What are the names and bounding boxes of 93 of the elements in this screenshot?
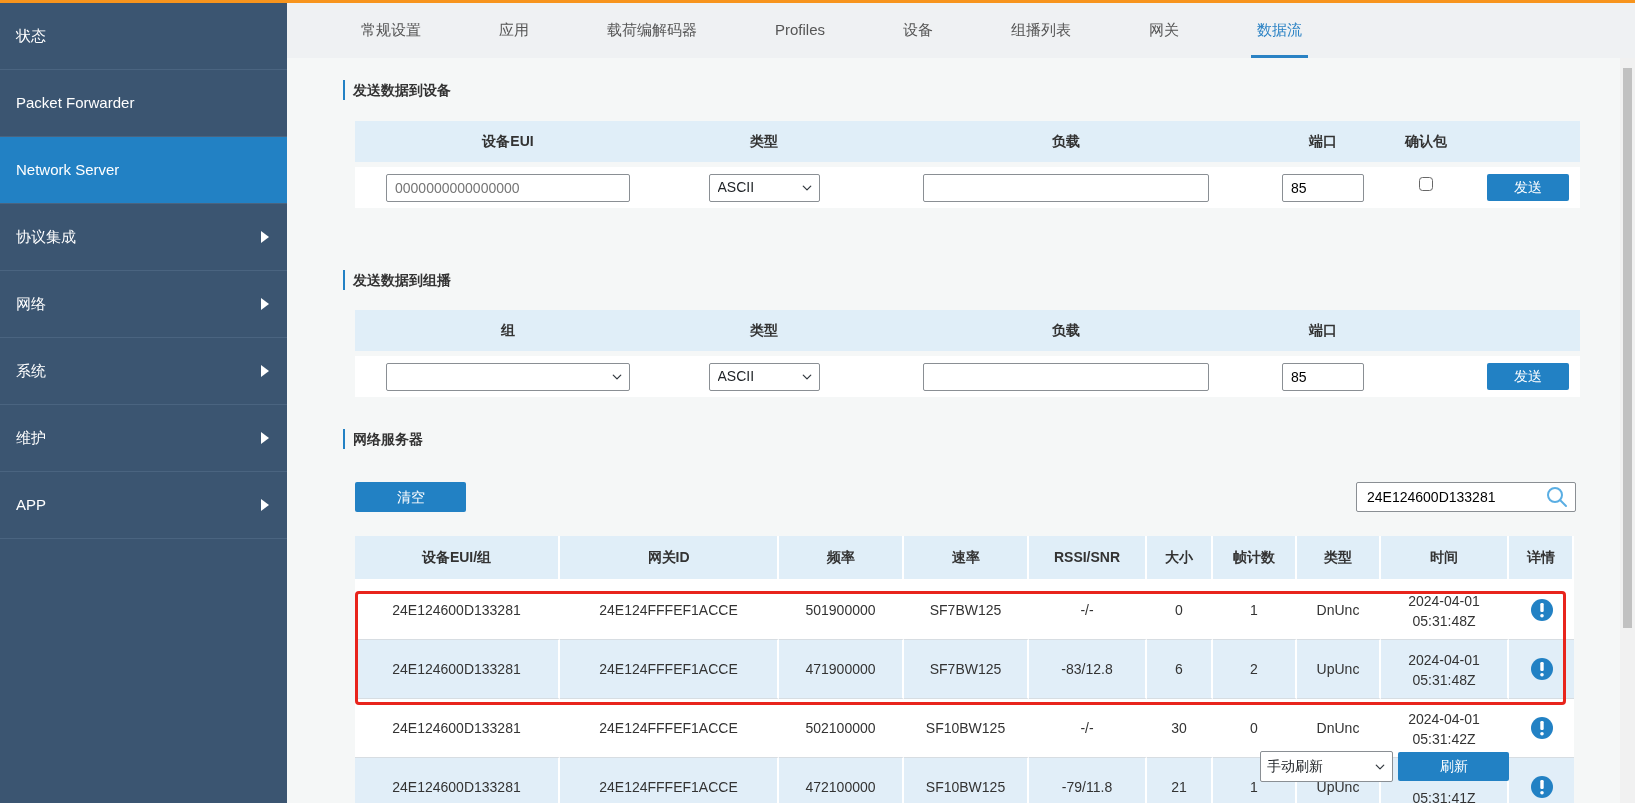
column-header: 端口: [1309, 321, 1337, 340]
tab[interactable]: 组播列表: [1005, 3, 1078, 58]
time-text: 05:31:41Z: [1412, 789, 1476, 803]
column-header: 帧计数: [1213, 536, 1297, 581]
section-title: 发送数据到组播: [343, 270, 451, 290]
table-cell: 21: [1147, 758, 1213, 803]
tab[interactable]: 设备: [897, 3, 940, 58]
time-text: 05:31:48Z: [1411, 671, 1477, 690]
tab[interactable]: 常规设置: [355, 3, 427, 58]
table-cell: 30: [1147, 699, 1213, 758]
table-cell: 472100000: [779, 758, 904, 803]
column-header: 设备EUI: [482, 132, 534, 151]
search-field[interactable]: 24E124600D133281: [1356, 482, 1576, 512]
confirm-checkbox[interactable]: [1419, 177, 1433, 191]
table-cell: 2: [1213, 640, 1297, 699]
payload-input[interactable]: [923, 173, 1209, 202]
table-cell: 24E124600D133281: [355, 758, 560, 803]
table-cell: SF7BW125: [904, 640, 1029, 699]
info-icon[interactable]: [1529, 716, 1554, 740]
table-cell: SF10BW125: [904, 758, 1029, 803]
table-cell: -/-: [1029, 581, 1147, 640]
column-header: 负载: [1052, 132, 1080, 151]
section-title: 发送数据到设备: [343, 80, 451, 100]
info-icon[interactable]: [1529, 775, 1554, 799]
table-cell: 0: [1213, 699, 1297, 758]
tab[interactable]: Profiles: [769, 3, 832, 58]
sidebar-item[interactable]: 网络: [0, 271, 287, 338]
table-cell: 24E124600D133281: [355, 640, 560, 699]
column-header: 速率: [904, 536, 1029, 581]
column-header: RSSI/SNR: [1029, 536, 1147, 581]
table-cell: -83/12.8: [1029, 640, 1147, 699]
sidebar-item[interactable]: APP: [0, 472, 287, 539]
table-cell: 24E124FFFEF1ACCE: [560, 640, 779, 699]
send-button[interactable]: 发送: [1487, 363, 1569, 390]
table-cell: 0: [1147, 581, 1213, 640]
column-header: 负载: [1052, 321, 1080, 340]
table-cell: 24E124FFFEF1ACCE: [560, 581, 779, 640]
table-cell: 471900000: [779, 640, 904, 699]
scrollbar-thumb[interactable]: [1623, 68, 1632, 628]
table-cell: SF7BW125: [904, 581, 1029, 640]
column-header: 频率: [779, 536, 904, 581]
column-header: 组: [501, 321, 515, 340]
table-cell: DnUnc: [1297, 581, 1381, 640]
table-cell: 6: [1147, 640, 1213, 699]
column-header: 详情: [1509, 536, 1574, 581]
time-text: 2024-04-01: [1408, 710, 1480, 729]
clear-button[interactable]: 清空: [355, 482, 466, 512]
table-cell: 502100000: [779, 699, 904, 758]
table-cell: -79/11.8: [1029, 758, 1147, 803]
column-header: 类型: [1297, 536, 1381, 581]
tab[interactable]: 载荷编解码器: [601, 3, 703, 58]
time-text: 05:31:48Z: [1411, 612, 1477, 631]
table-cell: 24E124FFFEF1ACCE: [560, 758, 779, 803]
column-header: 大小: [1147, 536, 1213, 581]
column-header: 端口: [1309, 132, 1337, 151]
column-header: 类型: [750, 321, 778, 340]
section-title: 网络服务器: [343, 429, 423, 449]
refresh-button[interactable]: 刷新: [1398, 752, 1509, 781]
type-select[interactable]: ASCII: [708, 362, 820, 391]
tab[interactable]: 网关: [1143, 3, 1186, 58]
payload-input[interactable]: [923, 362, 1209, 391]
table-cell: -/-: [1029, 699, 1147, 758]
tab[interactable]: 数据流: [1251, 3, 1309, 58]
info-icon[interactable]: [1529, 598, 1554, 622]
table-cell: 24E124600D133281: [355, 581, 560, 640]
column-header: 确认包: [1405, 132, 1447, 151]
eui-input[interactable]: 0000000000000000: [386, 173, 630, 202]
time-text: 05:31:42Z: [1411, 730, 1477, 749]
table-cell: 501900000: [779, 581, 904, 640]
column-header: 网关ID: [560, 536, 779, 581]
info-icon[interactable]: [1529, 657, 1554, 681]
tab[interactable]: 应用: [493, 3, 535, 58]
table-cell: 1: [1213, 581, 1297, 640]
port-input[interactable]: 85: [1282, 362, 1364, 391]
table-cell: 24E124FFFEF1ACCE: [560, 699, 779, 758]
sidebar-item[interactable]: 维护: [0, 405, 287, 472]
table-cell: SF10BW125: [904, 699, 1029, 758]
type-select[interactable]: ASCII: [708, 173, 820, 202]
time-text: 2024-04-01: [1408, 592, 1480, 611]
port-input[interactable]: 85: [1282, 173, 1364, 202]
column-header: 设备EUI/组: [355, 536, 560, 581]
group-select[interactable]: [386, 362, 630, 391]
time-text: 2024-04-01: [1408, 651, 1480, 670]
table-cell: UpUnc: [1297, 640, 1381, 699]
sidebar-item[interactable]: 协议集成: [0, 204, 287, 271]
column-header: 时间: [1381, 536, 1509, 581]
send-button[interactable]: 发送: [1487, 174, 1569, 201]
column-header: 类型: [750, 132, 778, 151]
search-icon: [1546, 486, 1568, 508]
sidebar-item[interactable]: Network Server: [0, 137, 287, 204]
sidebar-item[interactable]: 系统: [0, 338, 287, 405]
refresh-mode-select[interactable]: 手动刷新: [1260, 751, 1393, 782]
table-cell: 24E124600D133281: [355, 699, 560, 758]
